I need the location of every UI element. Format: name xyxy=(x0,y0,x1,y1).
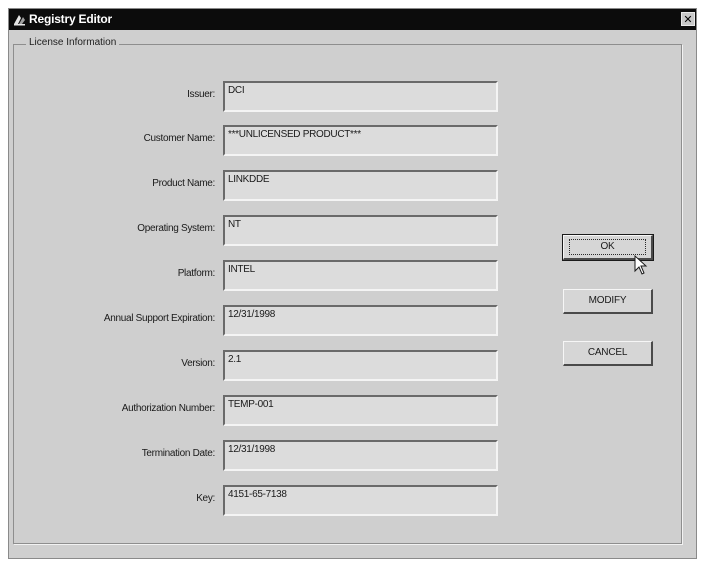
version-field[interactable]: 2.1 xyxy=(223,350,498,381)
close-icon: ✕ xyxy=(683,14,693,26)
issuer-label: Issuer: xyxy=(187,89,215,100)
annual-support-expiration-label: Annual Support Expiration: xyxy=(103,313,215,324)
close-button[interactable]: ✕ xyxy=(681,12,695,26)
termination-date-field[interactable]: 12/31/1998 xyxy=(223,440,498,471)
registry-app-icon xyxy=(13,13,26,26)
issuer-field[interactable]: DCI xyxy=(223,81,498,112)
customer-name-label: Customer Name: xyxy=(143,133,216,144)
group-legend: License Information xyxy=(26,37,120,48)
platform-field[interactable]: INTEL xyxy=(223,260,498,291)
annual-support-expiration-field[interactable]: 12/31/1998 xyxy=(223,305,498,336)
ok-button-label: OK xyxy=(600,241,615,252)
operating-system-field[interactable]: NT xyxy=(223,215,498,246)
mouse-pointer-icon xyxy=(634,255,648,275)
customer-name-field[interactable]: ***UNLICENSED PRODUCT*** xyxy=(223,125,498,156)
title-bar: Registry Editor ✕ xyxy=(9,9,696,30)
authorization-number-label: Authorization Number: xyxy=(121,403,216,414)
version-label: Version: xyxy=(181,358,215,369)
window-title: Registry Editor xyxy=(29,12,113,26)
key-field[interactable]: 4151-65-7138 xyxy=(223,485,498,516)
operating-system-label: Operating System: xyxy=(137,223,215,234)
key-label: Key: xyxy=(196,493,215,504)
cancel-button-label: CANCEL xyxy=(587,347,628,358)
termination-date-label: Termination Date: xyxy=(141,448,216,459)
modify-button-label: MODIFY xyxy=(588,295,627,306)
modify-button[interactable]: MODIFY xyxy=(563,289,653,314)
platform-label: Platform: xyxy=(177,268,216,279)
product-name-field[interactable]: LINKDDE xyxy=(223,170,498,201)
authorization-number-field[interactable]: TEMP-001 xyxy=(223,395,498,426)
product-name-label: Product Name: xyxy=(152,178,215,189)
cancel-button[interactable]: CANCEL xyxy=(563,341,653,366)
